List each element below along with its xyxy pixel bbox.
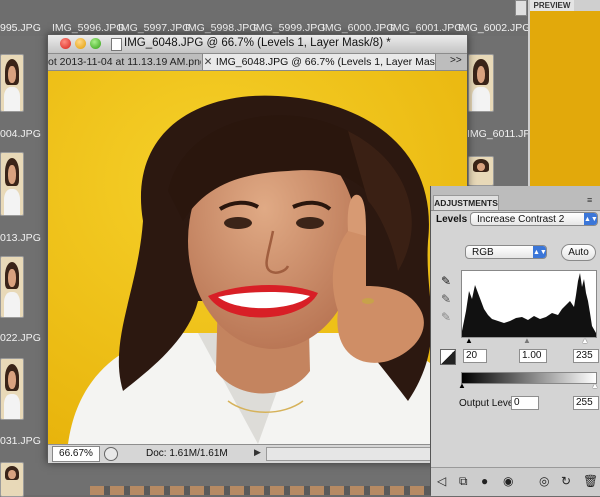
black-point-handle[interactable]: ▲ — [465, 336, 473, 345]
tab-label: IMG_6048.JPG @ 66.7% (Levels 1, Layer Ma… — [215, 56, 436, 68]
close-tab-icon[interactable]: ✕ — [203, 54, 213, 70]
adjustments-tab[interactable]: ADJUSTMENTS — [433, 195, 499, 210]
input-gamma-field[interactable]: 1.00 — [519, 349, 547, 363]
thumbnail[interactable] — [0, 256, 24, 318]
output-white-field[interactable]: 255 — [573, 396, 599, 410]
reset-icon[interactable]: ↻ — [561, 474, 571, 488]
select-arrow-icon: ▲▼ — [533, 246, 547, 258]
filename-left: 031.JPG — [0, 435, 41, 447]
thumbnail-row — [90, 486, 430, 495]
output-black-handle[interactable]: ▲ — [458, 381, 466, 390]
filename-top: IMG_6002.JPG — [458, 22, 531, 34]
panel-bottom-bar: ◁ ⧉ ● ◉ ◎ ↻ 🗑 — [431, 467, 600, 496]
scroll-handle[interactable] — [515, 0, 527, 16]
tab-label: ot 2013-11-04 at 11.13.19 AM.png — [48, 56, 201, 68]
tab-img-6048[interactable]: ✕ IMG_6048.JPG @ 66.7% (Levels 1, Layer … — [202, 54, 436, 70]
filename-left: 022.JPG — [0, 332, 41, 344]
portrait-photo — [48, 71, 467, 444]
thumbnail[interactable] — [468, 54, 494, 112]
channel-value: RGB — [472, 247, 494, 258]
filename-top: IMG_5997.JPG — [118, 22, 191, 34]
preview-image — [530, 11, 600, 191]
filename-top: IMG_5999.JPG — [253, 22, 326, 34]
channel-select[interactable]: RGB ▲▼ — [465, 245, 547, 259]
adjustments-panel: ADJUSTMENTS ≡ Levels Increase Contrast 2… — [430, 186, 600, 496]
adjustments-header: ADJUSTMENTS ≡ — [431, 186, 600, 211]
preset-select[interactable]: Increase Contrast 2 ▲▼ — [470, 212, 598, 226]
filename-top: IMG_5996.JPG — [52, 22, 125, 34]
auto-button[interactable]: Auto — [561, 244, 596, 261]
clipping-icon[interactable] — [440, 349, 456, 365]
status-bar: 66.67% Doc: 1.61M/1.61M ▶ — [48, 444, 467, 463]
thumbnail[interactable] — [468, 156, 494, 186]
preset-value: Increase Contrast 2 — [477, 214, 565, 225]
tab-overflow-icon[interactable]: >> — [450, 55, 462, 66]
input-white-field[interactable]: 235 — [573, 349, 599, 363]
doc-size: Doc: 1.61M/1.61M — [146, 448, 228, 459]
back-arrow-icon[interactable]: ◁ — [437, 474, 446, 488]
filename-top: 995.JPG — [0, 22, 41, 34]
gamma-handle[interactable]: ▲ — [523, 336, 531, 345]
thumbnail[interactable] — [0, 358, 24, 420]
histogram — [461, 270, 597, 338]
black-eyedropper-icon[interactable]: ✎ — [441, 274, 451, 288]
filename-left: 013.JPG — [0, 232, 41, 244]
select-arrow-icon: ▲▼ — [584, 213, 598, 225]
document-icon — [111, 38, 122, 51]
eye-icon[interactable]: ◉ — [503, 474, 513, 488]
tab-screenshot[interactable]: ot 2013-11-04 at 11.13.19 AM.png — [48, 54, 201, 70]
filename-top: IMG_5998.JPG — [185, 22, 258, 34]
levels-label: Levels — [436, 214, 468, 225]
output-black-field[interactable]: 0 — [511, 396, 539, 410]
input-black-field[interactable]: 20 — [463, 349, 487, 363]
document-tabs: ot 2013-11-04 at 11.13.19 AM.png ✕ IMG_6… — [48, 54, 467, 71]
panel-menu-icon[interactable]: ≡ — [587, 195, 592, 205]
window-title: IMG_6048.JPG @ 66.7% (Levels 1, Layer Ma… — [124, 37, 391, 49]
filename-top: IMG_6000.JPG — [322, 22, 395, 34]
close-icon[interactable] — [60, 38, 71, 49]
thumbnail[interactable] — [0, 54, 24, 112]
image-canvas[interactable] — [48, 71, 467, 444]
output-gradient — [461, 372, 597, 384]
filename-top: IMG_6001.JPG — [390, 22, 463, 34]
previous-state-icon[interactable]: ◎ — [539, 474, 549, 488]
document-window: IMG_6048.JPG @ 66.7% (Levels 1, Layer Ma… — [47, 34, 468, 463]
thumbnail[interactable] — [0, 462, 24, 497]
minimize-icon[interactable] — [75, 38, 86, 49]
zoom-field[interactable]: 66.67% — [52, 446, 100, 462]
title-bar[interactable]: IMG_6048.JPG @ 66.7% (Levels 1, Layer Ma… — [48, 35, 467, 54]
output-white-handle[interactable]: ▲ — [591, 381, 599, 390]
visibility-icon[interactable]: ● — [481, 474, 488, 488]
clip-layer-icon[interactable]: ⧉ — [459, 474, 468, 489]
status-menu-icon[interactable] — [104, 447, 118, 461]
white-eyedropper-icon[interactable]: ✎ — [441, 310, 451, 324]
white-point-handle[interactable]: ▲ — [581, 336, 589, 345]
thumbnail[interactable] — [0, 152, 24, 216]
histogram-graph — [462, 273, 596, 337]
filename-left: 004.JPG — [0, 128, 41, 140]
preview-tab[interactable]: PREVIEW — [530, 0, 574, 11]
play-right-icon[interactable]: ▶ — [254, 447, 261, 458]
zoom-icon[interactable] — [90, 38, 101, 49]
trash-icon[interactable]: 🗑 — [583, 474, 598, 488]
gray-eyedropper-icon[interactable]: ✎ — [441, 292, 451, 306]
